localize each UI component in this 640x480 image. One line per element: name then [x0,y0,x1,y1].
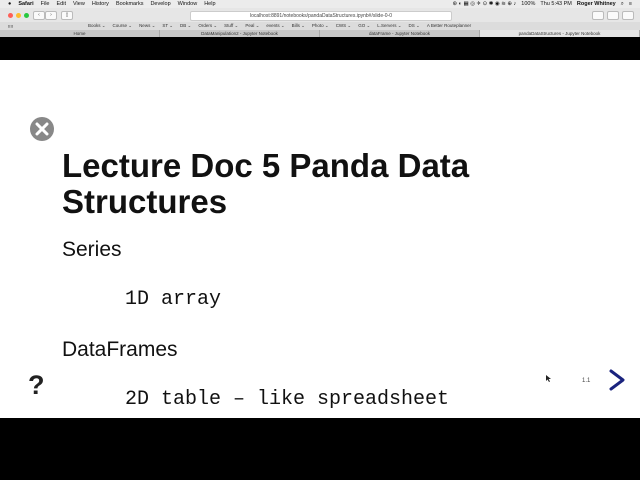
user-name[interactable]: Roger Whitney [577,1,616,7]
code-series: 1D array [125,288,222,311]
bookmark-item[interactable]: CWS ⌄ [336,23,352,29]
browser-toolbar: ‹ › ▯ localhost:8891/notebooks/pandaData… [0,8,640,22]
menu-help[interactable]: Help [204,1,215,7]
minimize-window-icon[interactable] [16,12,21,18]
bookmark-item[interactable]: ST ⌄ [162,23,173,29]
search-icon[interactable]: ⌕ [621,1,624,8]
bookmark-item[interactable]: L.Servers ⌄ [377,23,401,29]
menu-list-icon[interactable]: ≡ [629,1,632,7]
bookmark-item[interactable]: Course ⌄ [113,23,133,29]
bookmark-item[interactable]: DB ⌄ [180,23,191,29]
apple-menu-icon[interactable]: ● [8,1,11,7]
zoom-window-icon[interactable] [24,12,29,18]
section-heading-series: Series [62,238,122,261]
forward-button[interactable]: › [45,10,57,20]
next-slide-arrow-icon[interactable] [604,368,628,392]
back-button[interactable]: ‹ [33,10,45,20]
slide-viewport: Lecture Doc 5 Panda Data Structures Seri… [0,60,640,418]
close-window-icon[interactable] [8,12,13,18]
bookmark-item[interactable]: Photo ⌄ [312,23,329,29]
mouse-cursor-icon [546,375,551,382]
clock[interactable]: Thu 5:43 PM [540,1,572,7]
bookmark-item[interactable]: News ⌄ [139,23,155,29]
menu-window[interactable]: Window [178,1,198,7]
tab-pandadatastructures[interactable]: pandaDataStructures - Jupyter Notebook [480,30,640,37]
bookmark-item[interactable]: Books ⌄ [88,23,106,29]
bookmark-item[interactable]: DS ⌄ [409,23,420,29]
tab-home[interactable]: Home [0,30,160,37]
code-dataframes: 2D table – like spreadsheet [125,388,450,411]
menu-develop[interactable]: Develop [150,1,170,7]
tab-bar: Home DataManipulation2 - Jupyter Noteboo… [0,30,640,37]
menu-file[interactable]: File [41,1,50,7]
menu-edit[interactable]: Edit [57,1,66,7]
menu-bar: ● Safari File Edit View History Bookmark… [0,0,640,8]
tabs-overview-button[interactable] [622,11,634,20]
tab-datamanipulation2[interactable]: DataManipulation2 - Jupyter Notebook [160,30,320,37]
bookmark-item[interactable]: GO ⌄ [358,23,370,29]
bookmark-item[interactable]: Stuff ⌄ [224,23,238,29]
menu-app-name[interactable]: Safari [18,1,33,7]
bookmark-item[interactable]: Peal ⌄ [245,23,259,29]
share-button[interactable] [607,11,619,20]
menu-history[interactable]: History [92,1,109,7]
bookmarks-bar: !!!! Books ⌄ Course ⌄ News ⌄ ST ⌄ DB ⌄ O… [0,22,640,30]
help-icon[interactable]: ? [28,370,45,401]
status-icons[interactable]: ⊛ ◐ ▦ ◎ ✈ ⊙ ✱ ◉ ≋ ⊕ ♪ [452,1,516,7]
download-button[interactable] [592,11,604,20]
bookmarks-toggle[interactable]: !!!! [0,24,78,29]
battery-level[interactable]: 100% [521,1,535,7]
bookmark-item[interactable]: Orders ⌄ [198,23,217,29]
bookmark-item[interactable]: Bills ⌄ [292,23,305,29]
bookmark-item[interactable]: A Better Routeplanner [427,23,471,29]
close-slideshow-icon[interactable] [22,116,62,142]
tab-dataframe[interactable]: dataFrame - Jupyter Notebook [320,30,480,37]
menu-view[interactable]: View [73,1,85,7]
bookmark-item[interactable]: events ⌄ [266,23,284,29]
slide-title: Lecture Doc 5 Panda Data Structures [62,147,470,220]
url-bar[interactable]: localhost:8891/notebooks/pandaDataStruct… [190,11,452,21]
section-heading-dataframes: DataFrames [62,338,178,361]
menu-bookmarks[interactable]: Bookmarks [116,1,144,7]
sidebar-button[interactable]: ▯ [61,10,73,20]
slide-number: 1.1 [582,378,591,384]
